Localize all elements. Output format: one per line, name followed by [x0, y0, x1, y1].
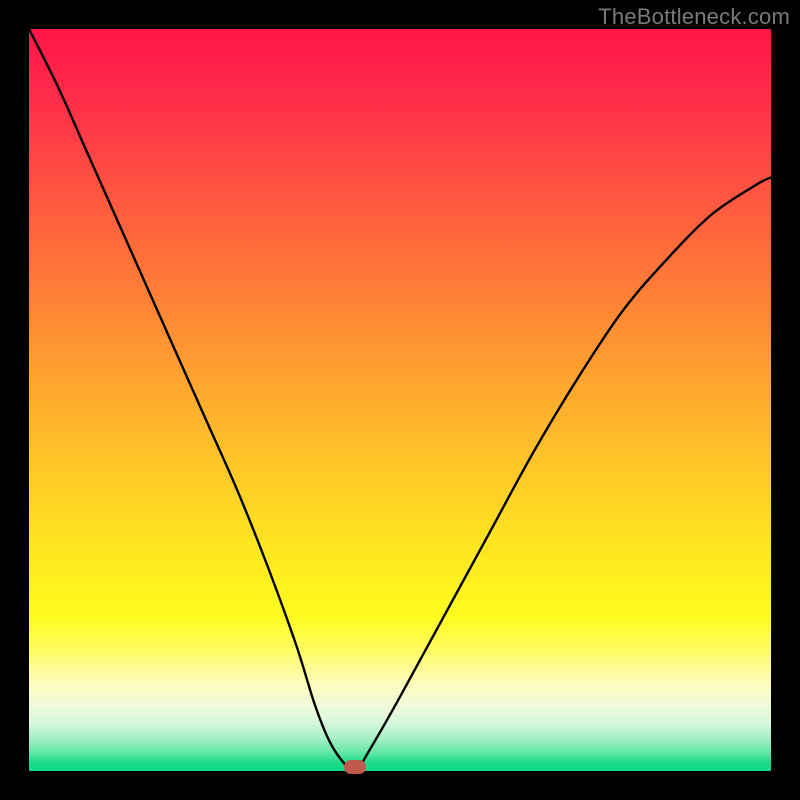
bottleneck-curve — [29, 29, 771, 771]
optimum-marker — [344, 760, 366, 774]
watermark-text: TheBottleneck.com — [598, 4, 790, 30]
plot-area — [29, 29, 771, 771]
chart-frame: TheBottleneck.com — [0, 0, 800, 800]
